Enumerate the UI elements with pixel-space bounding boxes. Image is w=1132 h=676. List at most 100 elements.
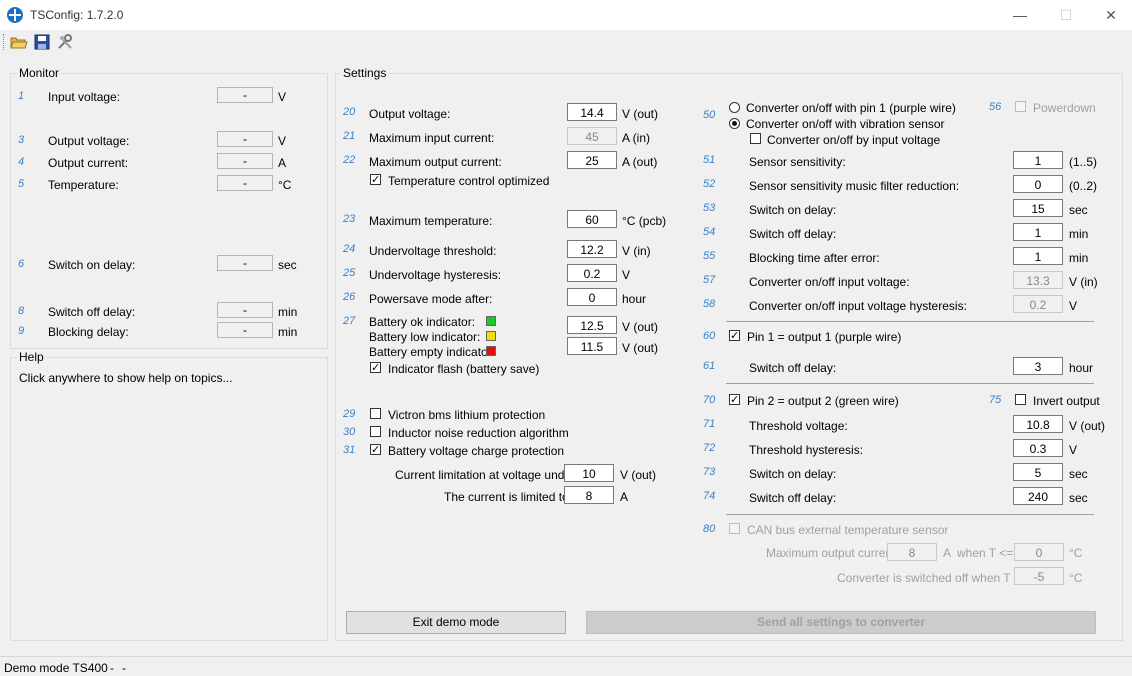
pin2-switch-on-delay-input[interactable]: 5 (1013, 463, 1063, 481)
param-number: 9 (18, 325, 25, 337)
undervoltage-hysteresis-label: Undervoltage hysteresis: (369, 268, 502, 282)
param-number: 72 (703, 442, 716, 454)
vibration-sensor-radio[interactable] (729, 118, 740, 129)
threshold-hysteresis-input[interactable]: 0.3 (1013, 439, 1063, 457)
param-number: 21 (343, 130, 356, 142)
unit-label: min (1069, 227, 1089, 241)
max-output-current-input[interactable]: 25 (567, 151, 617, 169)
unit-label: min (1069, 251, 1089, 265)
tools-icon[interactable] (56, 33, 74, 51)
can-max-current-input: 8 (887, 543, 937, 561)
invert-output-checkbox[interactable] (1015, 394, 1026, 405)
charge-protection-label: Battery voltage charge protection (388, 444, 565, 458)
onoff-hysteresis-input: 0.2 (1013, 295, 1063, 313)
battery-empty-label: Battery empty indicator: (369, 345, 496, 359)
exit-demo-button[interactable]: Exit demo mode (346, 611, 566, 634)
pin2-output-checkbox[interactable]: ✓ (729, 394, 740, 406)
music-filter-input[interactable]: 0 (1013, 175, 1063, 193)
invert-output-label: Invert output (1033, 394, 1100, 408)
can-when-label: when T <= (957, 546, 1014, 560)
title-bar (0, 0, 1132, 30)
undervoltage-threshold-label: Undervoltage threshold: (369, 244, 497, 258)
pin1-radio[interactable] (729, 102, 740, 113)
can-bus-checkbox (729, 523, 740, 534)
temp-control-label: Temperature control optimized (388, 174, 550, 188)
pin1-switch-off-delay-input[interactable]: 3 (1013, 357, 1063, 375)
param-number: 51 (703, 154, 716, 166)
current-limitation-input[interactable]: 10 (564, 464, 614, 482)
param-number: 27 (343, 315, 356, 327)
unit-label: hour (1069, 361, 1094, 375)
threshold-hysteresis-label: Threshold hysteresis: (749, 443, 864, 457)
unit-label: V (in) (622, 244, 651, 258)
unit-label: (1..5) (1069, 155, 1098, 169)
battery-ok-input[interactable]: 12.5 (567, 316, 617, 334)
blocking-time-label: Blocking time after error: (749, 251, 880, 265)
max-temperature-input[interactable]: 60 (567, 210, 617, 228)
powerdown-checkbox (1015, 101, 1026, 112)
unit-label: A (out) (622, 155, 658, 169)
temp-control-checkbox[interactable]: ✓ (370, 174, 381, 186)
unit-label: (0..2) (1069, 179, 1098, 193)
help-text[interactable]: Click anywhere to show help on topics... (19, 371, 232, 385)
pin1-output-checkbox[interactable]: ✓ (729, 330, 740, 342)
close-button[interactable]: ✕ (1088, 0, 1132, 30)
current-limited-input[interactable]: 8 (564, 486, 614, 504)
pin1-output-label: Pin 1 = output 1 (purple wire) (747, 330, 902, 344)
monitor-title: Monitor (17, 66, 62, 80)
sensor-sensitivity-label: Sensor sensitivity: (749, 155, 846, 169)
monitor-unit: min (278, 325, 298, 339)
toolbar-grip (3, 34, 6, 50)
param-number: 31 (343, 444, 356, 456)
divider (726, 383, 1094, 384)
switch-off-delay-input[interactable]: 1 (1013, 223, 1063, 241)
monitor-label: Switch on delay: (48, 258, 136, 272)
monitor-label: Temperature: (48, 178, 119, 192)
threshold-voltage-input[interactable]: 10.8 (1013, 415, 1063, 433)
battery-ok-color-swatch (486, 316, 496, 326)
param-number: 23 (343, 213, 356, 225)
battery-low-color-swatch (486, 331, 496, 341)
pin2-switch-on-delay-label: Switch on delay: (749, 467, 837, 481)
battery-ok-label: Battery ok indicator: (369, 315, 476, 329)
unit-label: V (1069, 299, 1078, 313)
minimize-button[interactable]: — (997, 0, 1043, 30)
param-number: 74 (703, 490, 716, 502)
inductor-noise-checkbox[interactable] (370, 426, 381, 437)
battery-empty-color-swatch (486, 346, 496, 356)
switch-on-delay-input[interactable]: 15 (1013, 199, 1063, 217)
output-voltage-input[interactable]: 14.4 (567, 103, 617, 121)
by-input-voltage-checkbox[interactable] (750, 133, 761, 144)
blocking-time-input[interactable]: 1 (1013, 247, 1063, 265)
open-folder-icon[interactable] (10, 33, 28, 51)
can-switch-off-label: Converter is switched off when T <= (837, 571, 1028, 585)
monitor-unit: sec (278, 258, 297, 272)
indicator-flash-checkbox[interactable]: ✓ (370, 362, 381, 374)
sensor-sensitivity-input[interactable]: 1 (1013, 151, 1063, 169)
charge-protection-checkbox[interactable]: ✓ (370, 444, 381, 456)
unit-label: V (out) (622, 107, 659, 121)
monitor-unit: min (278, 305, 298, 319)
param-number: 71 (703, 418, 716, 430)
unit-label: V (in) (1069, 275, 1098, 289)
powersave-input[interactable]: 0 (567, 288, 617, 306)
param-number: 20 (343, 106, 356, 118)
undervoltage-threshold-input[interactable]: 12.2 (567, 240, 617, 258)
monitor-value: - (217, 175, 273, 191)
battery-empty-input[interactable]: 11.5 (567, 337, 617, 355)
onoff-input-voltage-input: 13.3 (1013, 271, 1063, 289)
maximize-button[interactable]: ☐ (1043, 0, 1089, 30)
unit-label: A (in) (622, 131, 651, 145)
undervoltage-hysteresis-input[interactable]: 0.2 (567, 264, 617, 282)
param-number: 8 (18, 305, 25, 317)
pin2-switch-off-delay-label: Switch off delay: (749, 491, 837, 505)
powerdown-label: Powerdown (1033, 101, 1096, 115)
onoff-hysteresis-label: Converter on/off input voltage hysteresi… (749, 299, 967, 313)
save-icon[interactable] (33, 33, 51, 51)
can-temp2-input: -5 (1014, 567, 1064, 585)
victron-bms-checkbox[interactable] (370, 408, 381, 419)
onoff-input-voltage-label: Converter on/off input voltage: (749, 275, 910, 289)
status-bar (0, 656, 1132, 676)
pin2-switch-off-delay-input[interactable]: 240 (1013, 487, 1063, 505)
param-number: 5 (18, 178, 25, 190)
